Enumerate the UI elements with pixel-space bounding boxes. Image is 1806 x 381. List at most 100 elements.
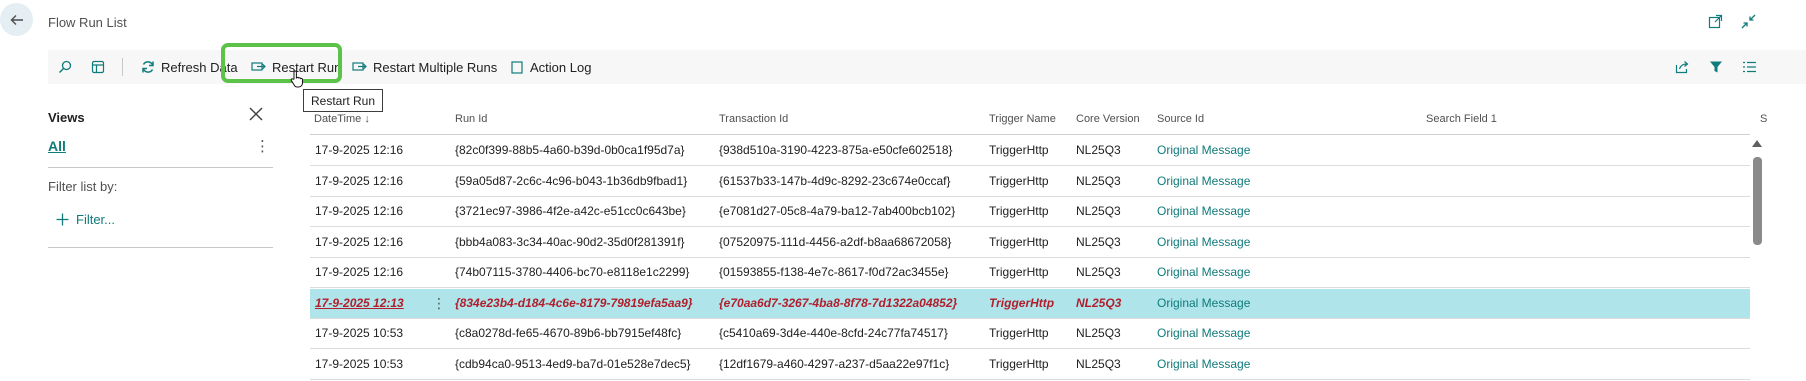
cell-source-id[interactable]: Original Message — [1157, 350, 1250, 379]
cell-core-version: NL25Q3 — [1076, 295, 1122, 310]
toolbar-divider — [122, 58, 123, 76]
search-button[interactable] — [57, 50, 73, 84]
cell-source-id[interactable]: Original Message — [1157, 136, 1250, 165]
cell-datetime[interactable]: 17-9-2025 12:13 — [315, 289, 404, 318]
show-as-list-button[interactable] — [90, 50, 106, 84]
views-divider — [48, 167, 273, 168]
back-button[interactable] — [0, 3, 33, 36]
column-header-trigger-name[interactable]: Trigger Name — [989, 113, 1056, 125]
cell-trigger-name: TriggerHttp — [989, 143, 1049, 157]
cell-core-version: NL25Q3 — [1076, 326, 1121, 340]
more-options-icon: ⋮ — [255, 138, 270, 155]
column-header-core-version[interactable]: Core Version — [1076, 113, 1140, 125]
cell-core-version: NL25Q3 — [1076, 204, 1121, 218]
table-row[interactable]: 17-9-2025 10:53 {cdb94ca0-9513-4ed9-ba7d-… — [310, 350, 1750, 380]
table-row[interactable]: 17-9-2025 12:16 {82c0f399-88b5-4a60-b39d-… — [310, 136, 1750, 166]
cell-source-id[interactable]: Original Message — [1157, 319, 1250, 348]
sort-descending-icon: ↓ — [364, 113, 370, 125]
cell-run-id: {bbb4a083-3c34-40ac-90d2-35d0f281391f} — [455, 234, 685, 249]
refresh-icon — [140, 59, 156, 75]
share-button[interactable] — [1674, 50, 1690, 84]
open-in-new-window-icon — [1708, 14, 1723, 29]
action-log-label: Action Log — [530, 59, 592, 75]
scroll-up-button[interactable] — [1751, 139, 1763, 148]
cell-trigger-name: TriggerHttp — [989, 356, 1049, 371]
view-more-options-button[interactable]: ⋮ — [255, 137, 270, 155]
cell-transaction-id: {01593855-f138-4e7c-8617-f0d72ac3455e} — [719, 265, 949, 279]
cell-trigger-name: TriggerHttp — [989, 173, 1049, 188]
cell-core-version: NL25Q3 — [1076, 173, 1121, 188]
cell-trigger-name: TriggerHttp — [989, 234, 1049, 249]
restart-run-highlight — [221, 43, 342, 83]
column-header-source-id[interactable]: Source Id — [1157, 113, 1204, 125]
back-arrow-icon — [9, 12, 25, 28]
cell-core-version: NL25Q3 — [1076, 356, 1121, 371]
search-icon — [57, 59, 73, 75]
row-more-options-icon[interactable]: ⋮ — [432, 289, 446, 318]
add-filter-link[interactable]: Filter... — [56, 212, 115, 227]
cell-trigger-name: TriggerHttp — [989, 265, 1049, 279]
collapse-icon — [1741, 14, 1756, 29]
cell-transaction-id: {e70aa6d7-3267-4ba8-8f78-7d1322a04852} — [719, 295, 958, 310]
table-row[interactable]: 17-9-2025 12:16 {74b07115-3780-4406-bc70-… — [310, 258, 1750, 288]
filter-divider — [48, 247, 273, 248]
cell-run-id: {82c0f399-88b5-4a60-b39d-0b0ca1f95d7a} — [455, 143, 685, 157]
cell-run-id: {cdb94ca0-9513-4ed9-ba7d-01e528e7dec5} — [455, 356, 691, 371]
table-row[interactable]: 17-9-2025 12:16 {bbb4a083-3c34-40ac-90d2-… — [310, 228, 1750, 258]
cell-transaction-id: {e7081d27-05c8-4a79-ba12-7ab400bcb102} — [719, 204, 956, 218]
column-header-datetime-label: DateTime — [314, 113, 362, 125]
view-all-link[interactable]: All — [48, 138, 66, 154]
hand-cursor-icon — [290, 70, 304, 88]
cell-run-id: {59a05d87-2c6c-4c96-b043-1b36db9fbad1} — [455, 173, 688, 188]
cell-run-id: {c8a0278d-fe65-4670-89b6-bb7915ef48fc} — [455, 326, 682, 340]
restart-run-tooltip: Restart Run — [303, 89, 384, 112]
cell-datetime[interactable]: 17-9-2025 12:16 — [315, 197, 403, 226]
column-header-run-id[interactable]: Run Id — [455, 113, 487, 125]
cell-datetime[interactable]: 17-9-2025 12:16 — [315, 136, 403, 165]
filter-icon — [1708, 59, 1724, 75]
cell-transaction-id: {938d510a-3190-4223-875a-e50cfe602518} — [719, 143, 953, 157]
cell-core-version: NL25Q3 — [1076, 265, 1121, 279]
table-row[interactable]: 17-9-2025 12:16 {59a05d87-2c6c-4c96-b043-… — [310, 167, 1750, 197]
cell-transaction-id: {12df1679-a460-4297-a237-d5aa22e97f1c} — [719, 356, 950, 371]
cell-transaction-id: {07520975-111d-4456-a2df-b8aa68672058} — [719, 234, 952, 249]
cell-datetime[interactable]: 17-9-2025 10:53 — [315, 350, 403, 379]
list-view-button[interactable] — [1741, 50, 1757, 84]
cell-datetime[interactable]: 17-9-2025 12:16 — [315, 228, 403, 257]
column-header-transaction-id[interactable]: Transaction Id — [719, 113, 788, 125]
restart-multiple-runs-label: Restart Multiple Runs — [373, 59, 498, 75]
close-views-button[interactable] — [248, 106, 264, 122]
table-row[interactable]: 17-9-2025 10:53 {c8a0278d-fe65-4670-89b6-… — [310, 319, 1750, 349]
cell-source-id[interactable]: Original Message — [1157, 167, 1250, 196]
scrollbar-thumb[interactable] — [1753, 157, 1762, 245]
table-row[interactable]: 17-9-2025 12:16 {3721ec97-3986-4f2e-a42c-… — [310, 197, 1750, 227]
collapse-button[interactable] — [1739, 12, 1757, 30]
cell-datetime[interactable]: 17-9-2025 10:53 — [315, 319, 403, 348]
cell-source-id[interactable]: Original Message — [1157, 197, 1250, 226]
column-header-truncated[interactable]: S — [1760, 113, 1767, 125]
cell-source-id[interactable]: Original Message — [1157, 228, 1250, 257]
cell-source-id[interactable]: Original Message — [1157, 289, 1250, 318]
add-filter-label: Filter... — [76, 212, 116, 227]
list-view-icon — [1741, 59, 1757, 75]
close-icon — [248, 106, 264, 122]
cell-datetime[interactable]: 17-9-2025 12:16 — [315, 167, 403, 196]
cell-source-id[interactable]: Original Message — [1157, 258, 1250, 287]
restart-multiple-runs-button[interactable]: Restart Multiple Runs — [352, 50, 497, 84]
cell-trigger-name: TriggerHttp — [989, 295, 1055, 310]
filter-button[interactable] — [1708, 50, 1724, 84]
plus-icon — [56, 213, 69, 226]
cell-transaction-id: {c5410a69-3d4e-440e-8cfd-24c77fa74517} — [719, 326, 948, 340]
cell-core-version: NL25Q3 — [1076, 143, 1121, 157]
share-icon — [1674, 59, 1690, 75]
cell-trigger-name: TriggerHttp — [989, 204, 1049, 218]
open-in-new-window-button[interactable] — [1706, 12, 1724, 30]
table-row[interactable]: 17-9-2025 12:13 {834e23b4-d184-4c6e-8179-… — [310, 288, 1750, 319]
action-log-button[interactable]: Action Log — [509, 50, 591, 84]
show-as-list-icon — [90, 59, 106, 75]
column-header-datetime[interactable]: DateTime ↓ — [314, 113, 370, 125]
scroll-up-icon — [1751, 139, 1763, 148]
cell-datetime[interactable]: 17-9-2025 12:16 — [315, 258, 403, 287]
action-log-icon — [509, 59, 525, 75]
column-header-search-field-1[interactable]: Search Field 1 — [1426, 113, 1497, 125]
